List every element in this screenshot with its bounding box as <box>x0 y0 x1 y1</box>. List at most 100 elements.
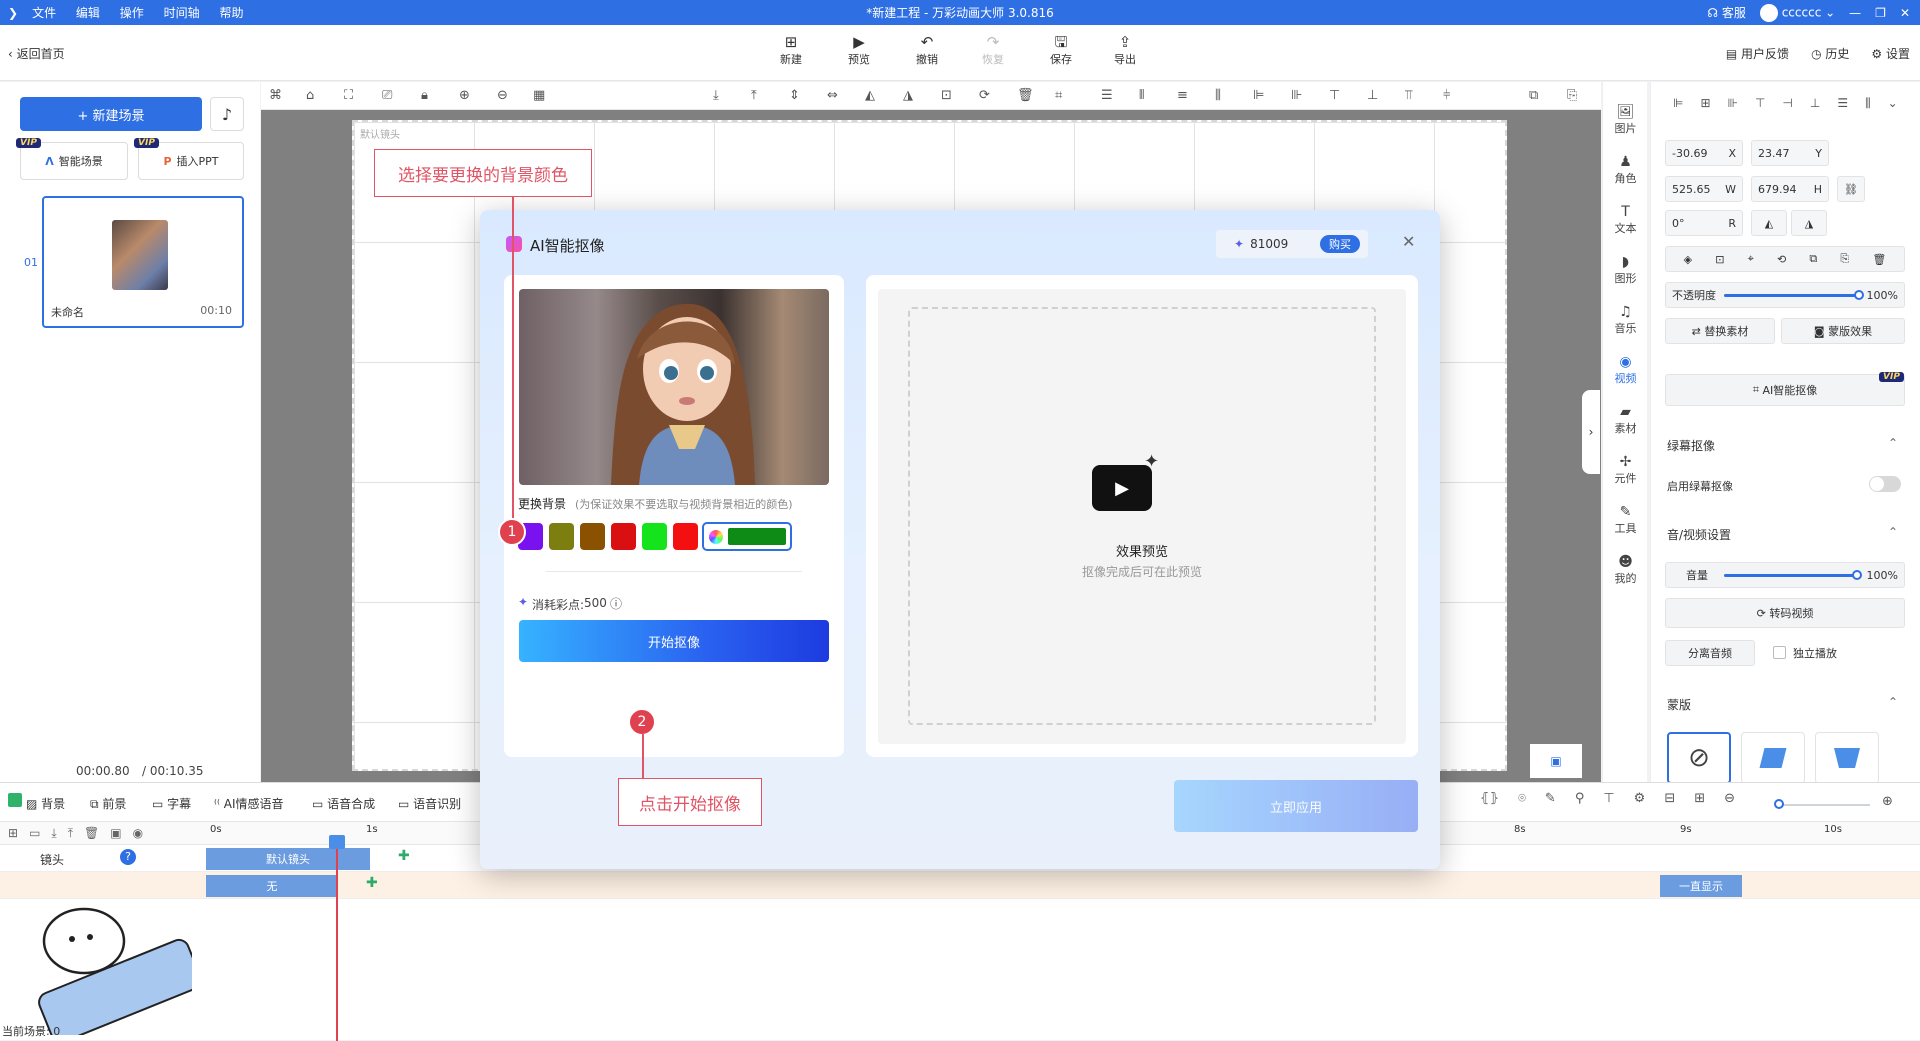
chevron-down-icon[interactable]: ⌄ <box>1888 96 1898 111</box>
check-icon[interactable] <box>8 793 22 807</box>
tab-tts[interactable]: ▭ 语音合成 <box>312 795 375 812</box>
copy-icon[interactable]: ⧉ <box>1529 88 1538 103</box>
volume-knob[interactable] <box>1851 569 1862 580</box>
height-field[interactable]: 679.94 H <box>1751 176 1829 202</box>
buy-button[interactable]: 购买 <box>1320 235 1360 253</box>
timeline-zoom-slider[interactable] <box>1774 799 1870 809</box>
tab-background[interactable]: ▨ 背景 <box>26 795 65 812</box>
flip-vertical-icon[interactable]: ◮ <box>903 88 913 103</box>
dialog-close-icon[interactable]: ✕ <box>1402 232 1415 251</box>
menu-operate[interactable]: 操作 <box>120 6 144 20</box>
color-swatch[interactable] <box>673 523 698 550</box>
tab-speech-recognition[interactable]: ▭ 语音识别 <box>398 795 461 812</box>
export-button[interactable]: ⇪ 导出 <box>1102 33 1148 67</box>
mask-effect-button[interactable]: ◙ 蒙版效果 <box>1781 318 1905 344</box>
home-icon[interactable]: ⌂ <box>306 88 314 103</box>
fit-screen-icon[interactable]: ⛶ <box>344 88 353 103</box>
folder-icon[interactable]: ▭ <box>29 826 40 841</box>
preview-button[interactable]: ▶ 预览 <box>836 33 882 67</box>
align-hcenter-icon[interactable]: ⇔ <box>827 88 838 103</box>
custom-color-picker[interactable] <box>702 522 792 551</box>
help-icon[interactable]: ? <box>120 849 136 865</box>
zoom-out-icon[interactable]: ⊖ <box>1724 791 1735 806</box>
lock-icon[interactable]: 🔒︎ <box>421 88 428 103</box>
menu-file[interactable]: 文件 <box>32 6 56 20</box>
undo-button[interactable]: ↶ 撤销 <box>904 33 950 67</box>
align-bottom-icon[interactable]: ⊥ <box>1810 96 1820 111</box>
copy-icon[interactable]: ⎘ <box>1840 252 1849 266</box>
start-matting-button[interactable]: 开始抠像 <box>519 620 829 662</box>
scan-icon[interactable]: ⌗ <box>1055 88 1062 103</box>
align-bottom2-icon[interactable]: ⫪ <box>1405 88 1412 103</box>
flip-horizontal-icon[interactable]: ◭ <box>865 88 875 103</box>
space-even-icon[interactable]: ≡ <box>1177 88 1188 103</box>
align-bottom-icon[interactable]: ⤓ <box>713 88 719 103</box>
distribute-icon[interactable]: ☰ <box>1837 96 1848 111</box>
align-left-icon[interactable]: ⊫ <box>1673 96 1683 111</box>
rotate-icon[interactable]: ⟳ <box>979 88 990 103</box>
chevron-right-icon[interactable]: › <box>1582 390 1600 474</box>
add-keyframe-icon[interactable]: ✚ <box>398 848 410 864</box>
always-show-clip[interactable]: 一直显示 <box>1660 875 1742 897</box>
zoom-out-icon[interactable]: ⊖ <box>497 88 508 103</box>
service-button[interactable]: ☊ 客服 <box>1707 4 1746 21</box>
zoom-in-icon[interactable]: ⊕ <box>1882 794 1893 809</box>
sidebar-item-image[interactable]: 🖼︎ 图片 <box>1603 104 1648 136</box>
eye-icon[interactable]: ◉ <box>133 826 143 841</box>
sidebar-item-music[interactable]: ♫ 音乐 <box>1603 304 1648 336</box>
move-down-icon[interactable]: ⤓ <box>51 826 56 841</box>
settings-icon[interactable]: ⚙ <box>1634 791 1646 806</box>
mask-trapezoid-icon[interactable] <box>1815 732 1879 784</box>
link-ratio-icon[interactable]: ⛓ <box>1837 176 1865 202</box>
delete-icon[interactable]: 🗑︎ <box>84 826 99 841</box>
playhead[interactable] <box>336 841 338 1041</box>
apply-button[interactable]: 立即应用 <box>1174 780 1418 832</box>
menu-edit[interactable]: 编辑 <box>76 6 100 20</box>
paste-icon[interactable]: ⎘ <box>1567 88 1577 103</box>
transcode-button[interactable]: ⟳ 转码视频 <box>1665 598 1905 628</box>
align-center2-icon[interactable]: ⫩ <box>1443 88 1450 103</box>
flip-h-icon[interactable]: ◭ <box>1751 210 1787 236</box>
chevron-up-icon[interactable]: ⌃ <box>1888 436 1898 450</box>
save-button[interactable]: 🖫 保存 <box>1038 33 1084 67</box>
new-scene-button[interactable]: + 新建场景 <box>20 97 202 131</box>
align-middle-icon[interactable]: ⊤ <box>1329 88 1340 103</box>
mask-parallelogram-icon[interactable] <box>1741 732 1805 784</box>
align-top-icon[interactable]: ⊤ <box>1755 96 1765 111</box>
delete-icon[interactable]: 🗑︎ <box>1017 88 1034 103</box>
edit-icon[interactable]: ✎ <box>1545 791 1556 806</box>
ai-matting-button[interactable]: ⌗ AI智能抠像 <box>1665 374 1905 406</box>
focus-icon[interactable]: ⌖ <box>1748 252 1754 266</box>
filter-icon[interactable]: ⊤ <box>1603 791 1614 806</box>
separate-audio-button[interactable]: 分离音频 <box>1665 640 1755 666</box>
format-painter-icon[interactable]: ⌘ <box>269 88 282 103</box>
fit-icon[interactable]: ⊟ <box>1664 791 1675 806</box>
color-swatch[interactable] <box>580 523 605 550</box>
sidebar-item-shape[interactable]: ◗ 图形 <box>1603 254 1648 286</box>
sidebar-item-text[interactable]: T 文本 <box>1603 204 1648 236</box>
restore-icon[interactable]: ❐ <box>1875 6 1886 20</box>
color-swatch[interactable] <box>611 523 636 550</box>
replace-asset-button[interactable]: ⇄ 替换素材 <box>1665 318 1775 344</box>
split-icon[interactable]: ⊞ <box>1694 791 1705 806</box>
info-icon[interactable]: ⓘ <box>610 595 622 612</box>
opacity-knob[interactable] <box>1853 289 1864 300</box>
add-keyframe-icon[interactable]: ✚ <box>366 875 378 891</box>
distribute-h-icon[interactable]: ☰ <box>1101 88 1113 103</box>
align-center-icon[interactable]: ⊞ <box>1700 96 1710 111</box>
align-left-icon[interactable]: ⊫ <box>1253 88 1264 103</box>
distribute-v-icon[interactable]: ⫴ <box>1139 88 1144 103</box>
volume-slider[interactable] <box>1724 569 1862 580</box>
layers-icon[interactable]: ◈ <box>1684 253 1692 266</box>
feedback-button[interactable]: ▤ 用户反馈 <box>1726 45 1789 62</box>
menu-help[interactable]: 帮助 <box>219 6 243 20</box>
camera-clip[interactable]: 默认镜头 <box>206 848 370 870</box>
align-middle-icon[interactable]: ⊣ <box>1782 96 1792 111</box>
move-up-icon[interactable]: ⤒ <box>68 826 73 841</box>
settings-button[interactable]: ⚙ 设置 <box>1871 45 1910 62</box>
camera-icon[interactable]: ⎚ <box>382 88 392 103</box>
color-swatch[interactable] <box>642 523 667 550</box>
scene-thumbnail[interactable]: 未命名 00:10 <box>42 196 244 328</box>
rotation-field[interactable]: 0° R <box>1665 210 1743 236</box>
chevron-up-icon[interactable]: ⌃ <box>1888 525 1898 539</box>
